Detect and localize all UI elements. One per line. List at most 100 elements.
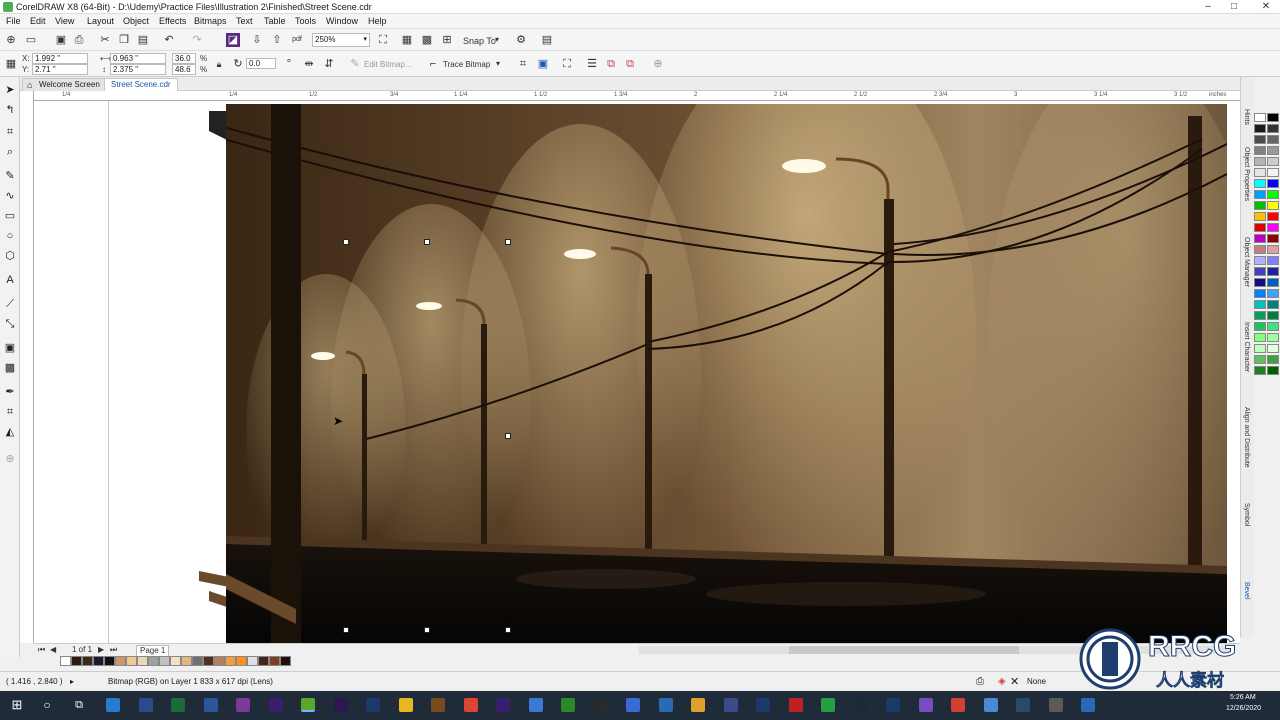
scale-height-input[interactable]: 48.6 <box>172 64 196 75</box>
taskbar-app-word-icon[interactable] <box>203 698 218 712</box>
paste-icon[interactable]: ▤ <box>136 33 150 47</box>
tab-welcome-screen[interactable]: ⌂ Welcome Screen <box>22 78 107 91</box>
snap-to-dropdown[interactable]: Snap To <box>463 36 496 46</box>
document-color-swatch[interactable] <box>137 656 148 666</box>
color-swatch[interactable] <box>1254 135 1266 144</box>
color-swatch[interactable] <box>1254 212 1266 221</box>
mirror-vertical-icon[interactable]: ⇵ <box>322 57 336 71</box>
color-swatch[interactable] <box>1254 245 1266 254</box>
color-swatch[interactable] <box>1267 289 1279 298</box>
rectangle-tool-icon[interactable]: ▭ <box>3 209 17 223</box>
taskbar-app-more-icon[interactable] <box>1081 698 1095 712</box>
height-input[interactable]: 2.375 " <box>110 64 166 75</box>
docker-hints[interactable]: Hints <box>1243 109 1250 125</box>
connector-tool-icon[interactable]: ⤡ <box>3 317 17 331</box>
color-swatch[interactable] <box>1254 190 1266 199</box>
taskbar-app-settings-icon[interactable] <box>1048 698 1063 712</box>
selection-handle[interactable] <box>343 239 349 245</box>
resample-icon[interactable]: ▣ <box>536 57 550 71</box>
street-scene-illustration[interactable] <box>226 104 1227 643</box>
search-content-icon[interactable]: ◪ <box>226 33 240 47</box>
zoom-level-select[interactable]: 250% ▾ <box>312 33 370 47</box>
taskbar-app-store-icon[interactable] <box>528 698 543 712</box>
zoom-tool-icon[interactable]: ⌕ <box>3 145 17 159</box>
color-swatch[interactable] <box>1267 157 1279 166</box>
color-swatch[interactable] <box>1254 366 1266 375</box>
document-color-swatch[interactable] <box>181 656 192 666</box>
color-swatch[interactable] <box>1267 179 1279 188</box>
show-grid-icon[interactable]: ▩ <box>420 33 434 47</box>
document-color-icon[interactable]: ⎙ <box>976 672 984 692</box>
color-swatch[interactable] <box>1267 300 1279 309</box>
taskbar-app-net-icon[interactable] <box>1016 698 1030 712</box>
undo-icon[interactable]: ↶ <box>162 33 176 47</box>
wrap-text-icon[interactable]: ☰ <box>585 57 599 71</box>
horizontal-ruler[interactable]: 1/4 1/4 1/2 3/4 1 1/4 1 1/2 1 3/4 2 2 1/… <box>34 91 1240 101</box>
taskbar-app-explorer-icon[interactable] <box>691 698 705 712</box>
redo-icon[interactable]: ↷ <box>190 33 204 47</box>
save-icon[interactable]: ▣ <box>54 33 68 47</box>
taskbar-app-edge-icon[interactable] <box>106 698 120 712</box>
taskbar-app-acrobat-icon[interactable] <box>788 698 803 712</box>
color-swatch[interactable] <box>1254 355 1266 364</box>
selection-handle[interactable] <box>505 239 511 245</box>
menu-bitmaps[interactable]: Bitmaps <box>192 15 229 27</box>
taskbar-app-vscode-icon[interactable] <box>626 698 640 712</box>
document-color-swatch[interactable] <box>115 656 126 666</box>
color-swatch[interactable] <box>1254 256 1266 265</box>
document-color-swatch[interactable] <box>269 656 280 666</box>
pick-tool-icon[interactable]: ➤ <box>3 83 17 97</box>
show-rulers-icon[interactable]: ▦ <box>400 33 414 47</box>
menu-window[interactable]: Window <box>324 15 360 27</box>
last-page-icon[interactable]: ⏭ <box>110 645 117 655</box>
width-input[interactable]: 0.963 " <box>110 53 166 64</box>
taskbar-app-ps3-icon[interactable] <box>886 698 900 712</box>
snap-chevron-icon[interactable]: ▾ <box>495 35 499 45</box>
import-icon[interactable]: ⇩ <box>250 33 264 47</box>
color-swatch[interactable] <box>1267 344 1279 353</box>
selection-handle[interactable] <box>505 627 511 633</box>
document-color-swatch[interactable] <box>214 656 225 666</box>
docker-insert-character[interactable]: Insert Character <box>1243 322 1250 372</box>
lock-ratio-icon[interactable]: 🔒︎ <box>212 57 226 71</box>
smart-fill-icon[interactable]: ◭ <box>3 425 17 439</box>
document-color-swatch[interactable] <box>258 656 269 666</box>
drop-shadow-icon[interactable]: ▣ <box>3 341 17 355</box>
color-swatch[interactable] <box>1267 135 1279 144</box>
taskbar-app-ae2-icon[interactable] <box>496 698 510 712</box>
menu-help[interactable]: Help <box>366 15 389 27</box>
menu-file[interactable]: File <box>4 15 23 27</box>
taskbar-app-en-icon[interactable] <box>138 698 153 712</box>
scale-width-input[interactable]: 36.0 <box>172 53 196 64</box>
menu-text[interactable]: Text <box>234 15 255 27</box>
taskbar-app-ae-icon[interactable] <box>268 698 283 712</box>
selection-handle[interactable] <box>343 627 349 633</box>
color-swatch[interactable] <box>1267 355 1279 364</box>
edit-bitmap-button[interactable]: Edit Bitmap... <box>364 60 412 70</box>
document-color-swatch[interactable] <box>93 656 104 666</box>
prev-page-icon[interactable]: ◀ <box>50 645 56 655</box>
vertical-ruler[interactable] <box>20 91 34 643</box>
docker-symbol[interactable]: Symbol <box>1243 503 1250 526</box>
menu-layout[interactable]: Layout <box>85 15 116 27</box>
taskbar-app-whatsapp-icon[interactable] <box>821 698 835 712</box>
add-tool-icon[interactable]: ⊕ <box>3 452 17 466</box>
document-color-swatch[interactable] <box>247 656 258 666</box>
document-color-swatch[interactable] <box>126 656 137 666</box>
color-swatch[interactable] <box>1267 234 1279 243</box>
document-color-swatch[interactable] <box>104 656 115 666</box>
color-swatch[interactable] <box>1254 344 1266 353</box>
docker-object-properties[interactable]: Object Properties <box>1243 147 1250 201</box>
color-swatch[interactable] <box>1267 146 1279 155</box>
interactive-fill-icon[interactable]: ⌗ <box>3 405 17 419</box>
shape-tool-icon[interactable]: ↰ <box>3 103 17 117</box>
menu-table[interactable]: Table <box>262 15 288 27</box>
menu-effects[interactable]: Effects <box>157 15 188 27</box>
minimize-button[interactable]: – <box>1196 0 1220 14</box>
menu-tools[interactable]: Tools <box>293 15 318 27</box>
taskbar-app-cloud-icon[interactable] <box>983 698 998 712</box>
color-swatch[interactable] <box>1254 124 1266 133</box>
eyedropper-icon[interactable]: ✒ <box>3 385 17 399</box>
publish-pdf-icon[interactable]: pdf <box>290 33 304 47</box>
menu-object[interactable]: Object <box>121 15 151 27</box>
